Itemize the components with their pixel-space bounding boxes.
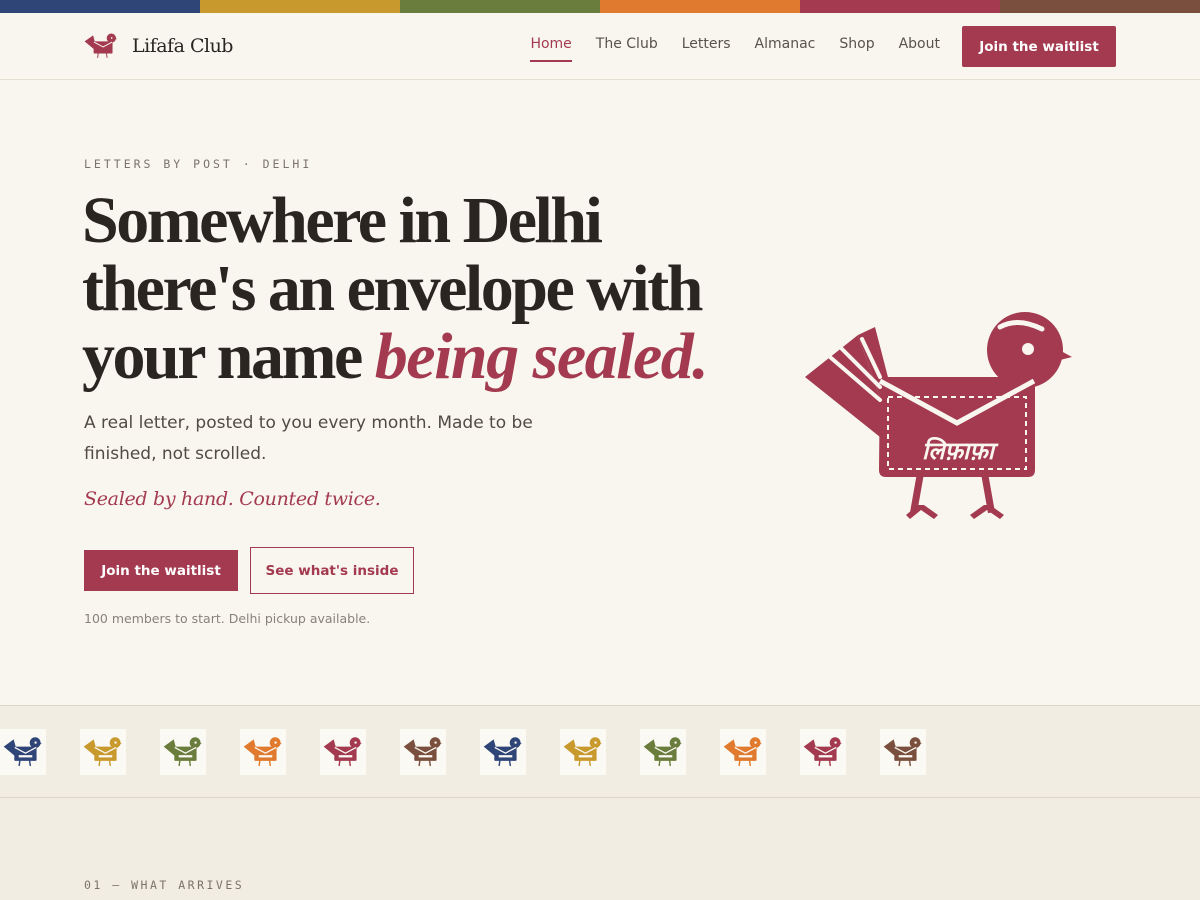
stamp-band [0,705,1200,798]
color-stripe [0,0,1200,13]
stripe-segment [200,0,400,13]
hero-headline: Somewhere in Delhi there's an envelope w… [82,184,709,393]
bird-envelope-illustration: लिफ़ाफ़ा [805,312,1072,519]
nav-letters[interactable]: Letters [682,36,731,62]
nav-almanac[interactable]: Almanac [755,36,816,62]
stripe-segment [400,0,600,13]
bird-envelope-icon [84,33,118,58]
bird-envelope-icon [563,737,602,767]
stamp-tile [320,729,366,775]
section-label: 01 — WHAT ARRIVES [84,878,245,892]
bird-envelope-icon [163,737,202,767]
stamp-tile [400,729,446,775]
headline-emphasis: being sealed. [374,320,709,393]
main-nav: Home The Club Letters Almanac Shop About [506,36,940,62]
bird-envelope-icon [83,737,122,767]
bird-envelope-icon [803,737,842,767]
stamp-tile [640,729,686,775]
stripe-segment [0,0,200,13]
bird-envelope-icon [323,737,362,767]
stamp-tile [560,729,606,775]
brand-name: Lifafa Club [132,35,233,57]
stamp-tile [80,729,126,775]
hero-footnote: 100 members to start. Delhi pickup avail… [84,611,371,626]
header-waitlist-button[interactable]: Join the waitlist [962,26,1116,67]
nav-the-club[interactable]: The Club [596,36,658,62]
stamp-tile [160,729,206,775]
hero-eyebrow: LETTERS BY POST · DELHI [84,157,313,171]
headline-line-3: your name being sealed. [82,320,709,393]
hero-tagline: Sealed by hand. Counted twice. [84,488,381,510]
bird-envelope-icon [883,737,922,767]
stamp-tile [480,729,526,775]
see-inside-button[interactable]: See what's inside [250,547,414,594]
bird-envelope-icon [723,737,762,767]
stamp-tile [240,729,286,775]
bird-envelope-icon [3,737,42,767]
bird-envelope-icon [483,737,522,767]
headline-line-3-text: your name [82,320,375,393]
stamp-tile [800,729,846,775]
nav-home[interactable]: Home [530,36,572,62]
stamp-tile [0,729,46,775]
stripe-segment [800,0,1000,13]
join-waitlist-button[interactable]: Join the waitlist [84,550,238,591]
bird-envelope-icon [643,737,682,767]
bird-envelope-icon [403,737,442,767]
stripe-segment [1000,0,1200,13]
stripe-segment [600,0,800,13]
stamp-tile [880,729,926,775]
illustration-label: लिफ़ाफ़ा [922,437,999,465]
nav-about[interactable]: About [899,36,940,62]
site-header: Lifafa Club Home The Club Letters Almana… [0,13,1200,80]
bird-envelope-icon [243,737,282,767]
nav-shop[interactable]: Shop [839,36,874,62]
headline-line-2: there's an envelope with [82,252,703,325]
brand-logo[interactable]: Lifafa Club [84,31,233,61]
stamp-tile [720,729,766,775]
headline-line-1: Somewhere in Delhi [82,184,603,257]
hero-subtitle: A real letter, posted to you every month… [84,413,533,464]
